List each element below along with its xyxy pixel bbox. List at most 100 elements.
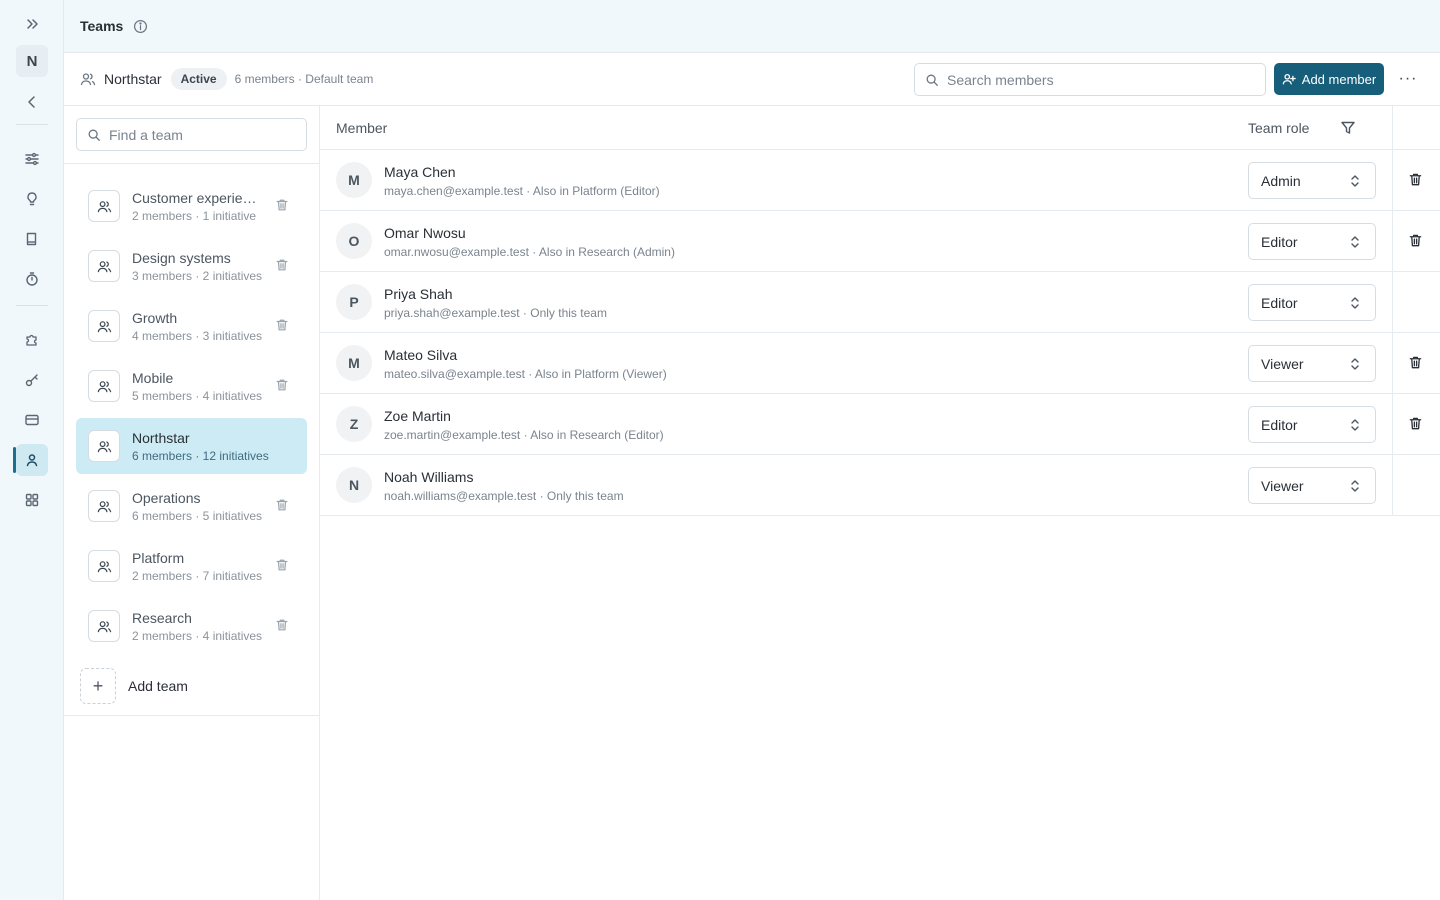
trash-icon[interactable]	[1408, 355, 1424, 371]
role-select[interactable]: Editor	[1248, 284, 1376, 321]
table-row: M Mateo Silva mateo.silva@example.test · A…	[320, 333, 1440, 394]
rail-divider	[16, 305, 48, 306]
team-icon	[88, 610, 120, 642]
team-item-text: Customer experie… 2 members · 1 initiativ…	[132, 190, 262, 223]
add-team-button[interactable]: + Add team	[80, 668, 188, 704]
more-icon[interactable]: ···	[1394, 67, 1422, 91]
filter-icon[interactable]	[1340, 120, 1356, 136]
team-icon	[88, 430, 120, 462]
team-item-name: Research	[132, 609, 192, 626]
team-list-item[interactable]: Design systems 3 members · 2 initiatives	[76, 238, 307, 294]
trash-icon[interactable]	[1408, 172, 1424, 188]
team-icon	[88, 190, 120, 222]
column-divider	[1392, 394, 1393, 454]
sliders-icon[interactable]	[16, 143, 48, 175]
trash-icon[interactable]	[275, 498, 291, 514]
lightbulb-icon[interactable]	[16, 183, 48, 215]
member-name: Mateo Silva	[384, 347, 458, 363]
role-select[interactable]: Admin	[1248, 162, 1376, 199]
team-list-item[interactable]: Northstar 6 members · 12 initiatives	[76, 418, 307, 474]
team-item-name: Mobile	[132, 369, 174, 386]
find-team-field[interactable]	[76, 118, 307, 151]
member-meta: omar.nwosu@example.test · Also in Resear…	[384, 245, 675, 259]
member-meta: priya.shah@example.test · Only this team	[384, 306, 607, 320]
table-row: Z Zoe Martin zoe.martin@example.test · Als…	[320, 394, 1440, 455]
person-icon[interactable]	[16, 444, 48, 476]
member-name: Zoe Martin	[384, 408, 451, 424]
expand-icon[interactable]	[16, 8, 48, 40]
team-item-name: Customer experie…	[132, 189, 257, 206]
search-members-field[interactable]	[914, 63, 1266, 96]
search-icon	[88, 129, 100, 141]
add-member-label: Add member	[1301, 71, 1377, 87]
member-name: Omar Nwosu	[384, 225, 466, 241]
team-item-meta: 2 members · 7 initiatives	[132, 568, 263, 583]
trash-icon[interactable]	[275, 318, 291, 334]
find-team-input[interactable]	[109, 126, 299, 143]
role-select[interactable]: Viewer	[1248, 345, 1376, 382]
role-select[interactable]: Viewer	[1248, 467, 1376, 504]
trash-icon[interactable]	[275, 258, 291, 274]
member-meta: zoe.martin@example.test · Also in Resear…	[384, 428, 664, 442]
puzzle-icon[interactable]	[16, 324, 48, 356]
trash-icon[interactable]	[275, 378, 291, 394]
plus-icon: +	[80, 668, 116, 704]
avatar: M	[336, 162, 372, 198]
role-select[interactable]: Editor	[1248, 406, 1376, 443]
avatar: Z	[336, 406, 372, 442]
role-select[interactable]: Editor	[1248, 223, 1376, 260]
table-row: M Maya Chen maya.chen@example.test · Also …	[320, 150, 1440, 211]
team-item-meta: 4 members · 3 initiatives	[132, 328, 263, 343]
team-header: Northstar Active 6 members · Default tea…	[64, 53, 1440, 106]
workspace-avatar[interactable]: N	[16, 45, 48, 77]
key-icon[interactable]	[16, 364, 48, 396]
team-list-item[interactable]: Mobile 5 members · 4 initiatives	[76, 358, 307, 414]
card-icon[interactable]	[16, 404, 48, 436]
member-name: Priya Shah	[384, 286, 453, 302]
book-icon[interactable]	[16, 223, 48, 255]
add-team-label: Add team	[128, 678, 188, 694]
page-header: Teams	[64, 0, 1440, 53]
team-item-name: Northstar	[132, 429, 190, 446]
trash-icon[interactable]	[275, 558, 291, 574]
team-icon	[88, 250, 120, 282]
team-icon	[88, 490, 120, 522]
team-icon	[80, 71, 96, 87]
chevron-updown-icon	[1349, 418, 1361, 432]
chevron-updown-icon	[1349, 479, 1361, 493]
chevron-updown-icon	[1349, 357, 1361, 371]
team-list-item[interactable]: Research 2 members · 4 initiatives	[76, 598, 307, 654]
back-icon[interactable]	[16, 86, 48, 118]
divider	[64, 163, 319, 164]
add-member-button[interactable]: Add member	[1274, 63, 1384, 95]
team-list-item[interactable]: Customer experie… 2 members · 1 initiativ…	[76, 178, 307, 234]
team-item-text: Research 2 members · 4 initiatives	[132, 610, 262, 643]
team-item-meta: 3 members · 2 initiatives	[132, 268, 263, 283]
team-list-item[interactable]: Platform 2 members · 7 initiatives	[76, 538, 307, 594]
search-members-input[interactable]	[947, 71, 1247, 88]
table-row: N Noah Williams noah.williams@example.test…	[320, 455, 1440, 516]
team-item-text: Northstar 6 members · 12 initiatives	[132, 429, 269, 463]
role-value: Editor	[1261, 416, 1298, 433]
trash-icon[interactable]	[275, 198, 291, 214]
divider	[64, 715, 319, 716]
timer-icon[interactable]	[16, 263, 48, 295]
grid-icon[interactable]	[16, 484, 48, 516]
team-item-text: Operations 6 members · 5 initiatives	[132, 490, 262, 523]
rail-divider	[16, 124, 48, 125]
team-item-name: Operations	[132, 489, 201, 506]
member-name: Noah Williams	[384, 469, 474, 485]
team-item-text: Design systems 3 members · 2 initiatives	[132, 250, 262, 283]
role-value: Editor	[1261, 294, 1298, 311]
team-list-item[interactable]: Operations 6 members · 5 initiatives	[76, 478, 307, 534]
column-divider	[1392, 272, 1393, 332]
team-list-item[interactable]: Growth 4 members · 3 initiatives	[76, 298, 307, 354]
trash-icon[interactable]	[275, 618, 291, 634]
trash-icon[interactable]	[1408, 233, 1424, 249]
trash-icon[interactable]	[1408, 416, 1424, 432]
column-header-role: Team role	[1248, 120, 1310, 136]
info-icon[interactable]	[133, 19, 148, 34]
team-item-meta: 5 members · 4 initiatives	[132, 388, 263, 403]
table-header: Member Team role	[320, 106, 1440, 150]
team-icon	[88, 310, 120, 342]
